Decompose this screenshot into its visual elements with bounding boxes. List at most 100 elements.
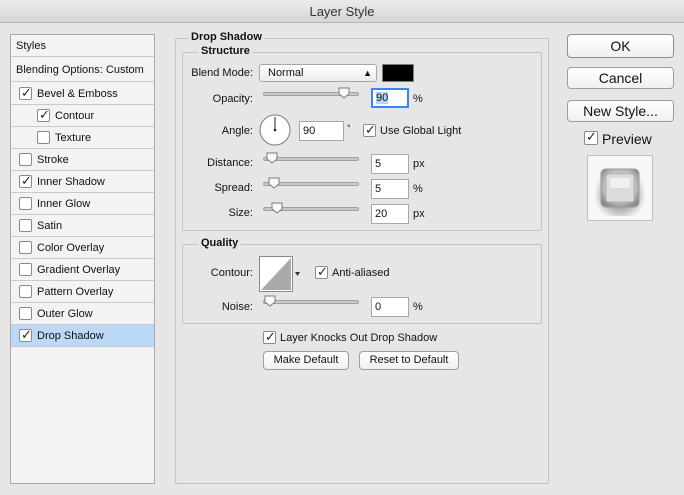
distance-slider-thumb[interactable] [266,152,278,164]
noise-unit: % [413,301,423,313]
style-item-bevel-emboss[interactable]: ✓ Bevel & Emboss [11,83,154,105]
opacity-field[interactable]: 90 [371,88,409,108]
style-item-label: Color Overlay [37,242,105,254]
style-item-label: Pattern Overlay [37,286,114,298]
contour-picker[interactable] [259,256,301,292]
spread-slider-thumb[interactable] [268,177,280,189]
style-preview-thumbnail [587,155,653,221]
styles-list: Styles Blending Options: Custom ✓ Bevel &… [10,34,155,484]
preview-label: Preview [602,131,652,147]
size-field[interactable]: 20 [371,204,409,224]
noise-slider[interactable] [263,295,359,307]
checkmark-icon: ✓ [365,122,376,137]
opacity-slider[interactable] [263,87,359,99]
noise-slider-thumb[interactable] [264,295,276,307]
style-item-inner-shadow[interactable]: ✓ Inner Shadow [11,171,154,193]
spread-field[interactable]: 5 [371,179,409,199]
style-item-checkbox[interactable]: ✓ [37,107,50,122]
blend-mode-value: Normal [268,67,304,79]
style-item-checkbox[interactable]: ✓ [19,173,32,188]
angle-dial-icon [259,114,291,146]
ok-button[interactable]: OK [567,34,674,58]
style-item-inner-glow[interactable]: Inner Glow [11,193,154,215]
size-unit: px [413,208,425,220]
anti-aliased-checkbox[interactable]: ✓ [315,264,328,279]
contour-label: Contour: [210,267,253,279]
style-item-checkbox[interactable] [19,285,32,298]
styles-header[interactable]: Styles [11,35,154,57]
shadow-color-swatch[interactable] [382,64,414,82]
style-item-gradient-overlay[interactable]: Gradient Overlay [11,259,154,281]
style-item-drop-shadow[interactable]: ✓ Drop Shadow [11,325,154,347]
checkmark-icon: ✓ [21,327,32,342]
style-item-checkbox[interactable] [19,219,32,232]
style-item-checkbox[interactable] [19,307,32,320]
use-global-light-checkbox[interactable]: ✓ [363,122,376,137]
style-item-contour[interactable]: ✓ Contour [11,105,154,127]
knockout-checkbox[interactable]: ✓ [263,329,276,344]
distance-field[interactable]: 5 [371,154,409,174]
style-item-label: Contour [55,110,95,122]
styles-header-label: Styles [16,40,46,52]
style-item-checkbox[interactable] [19,153,32,166]
cancel-button[interactable]: Cancel [567,67,674,89]
window-title: Layer Style [0,0,684,23]
style-item-satin[interactable]: Satin [11,215,154,237]
beveled-square-preview-icon [596,168,644,216]
angle-unit: ° [347,123,351,133]
style-item-outer-glow[interactable]: Outer Glow [11,303,154,325]
style-item-label: Texture [55,132,92,144]
distance-slider[interactable] [263,152,359,164]
style-item-label: Stroke [37,154,69,166]
style-item-checkbox[interactable] [19,197,32,210]
opacity-unit: % [413,93,423,105]
quality-title: Quality [198,237,242,249]
style-item-label: Satin [37,220,63,232]
style-item-label: Outer Glow [37,308,93,320]
layer-style-dialog: Layer Style Styles Blending Options: Cus… [0,0,684,495]
size-label: Size: [228,207,253,219]
anti-aliased-label: Anti-aliased [332,267,390,279]
blending-options-item[interactable]: Blending Options: Custom [11,58,154,82]
style-item-pattern-overlay[interactable]: Pattern Overlay [11,281,154,303]
style-item-texture[interactable]: Texture [11,127,154,149]
reset-to-default-button[interactable]: Reset to Default [359,351,459,370]
spread-slider[interactable] [263,177,359,189]
angle-field[interactable]: 90 [299,121,344,141]
opacity-slider-thumb[interactable] [338,87,350,99]
blending-options-label: Blending Options: Custom [16,64,144,76]
use-global-light-label: Use Global Light [380,125,462,137]
style-item-checkbox[interactable] [19,263,32,276]
structure-title: Structure [198,45,253,57]
blend-mode-select[interactable]: Normal ▲ [259,64,377,82]
preview-checkbox[interactable]: ✓ [584,129,598,145]
style-item-stroke[interactable]: Stroke [11,149,154,171]
knockout-label: Layer Knocks Out Drop Shadow [280,332,438,344]
spread-unit: % [413,183,423,195]
blend-mode-label: Blend Mode: [191,67,253,79]
noise-field[interactable]: 0 [371,297,409,317]
make-default-button[interactable]: Make Default [263,351,349,370]
style-item-label: Drop Shadow [37,330,104,342]
angle-dial[interactable] [259,114,291,146]
drop-shadow-title: Drop Shadow [188,31,265,43]
size-slider-thumb[interactable] [271,202,283,214]
style-item-label: Gradient Overlay [37,264,121,276]
noise-label: Noise: [221,301,253,313]
style-item-label: Bevel & Emboss [37,88,118,100]
contour-linear-icon [259,256,300,292]
style-item-checkbox[interactable] [37,131,50,144]
style-item-label: Inner Glow [37,198,91,210]
spread-label: Spread: [214,182,253,194]
style-item-checkbox[interactable]: ✓ [19,85,32,100]
checkmark-icon: ✓ [39,107,50,122]
new-style-button[interactable]: New Style... [567,100,674,122]
size-slider[interactable] [263,202,359,214]
distance-label: Distance: [207,157,253,169]
checkmark-icon: ✓ [586,129,597,144]
style-item-checkbox[interactable] [19,241,32,254]
style-item-color-overlay[interactable]: Color Overlay [11,237,154,259]
distance-unit: px [413,158,425,170]
style-item-checkbox[interactable]: ✓ [19,327,32,342]
opacity-label: Opacity: [212,93,253,105]
